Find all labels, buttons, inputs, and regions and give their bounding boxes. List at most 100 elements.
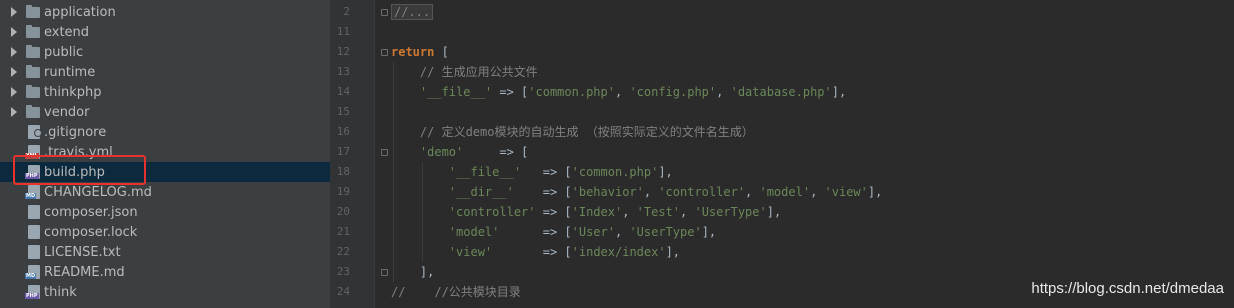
code-token: 'view' — [448, 245, 493, 259]
code-token: 'Index' — [571, 205, 623, 219]
code-line[interactable]: // 定义demo模块的自动生成 （按照实际定义的文件名生成） — [391, 122, 754, 142]
tree-item-composer-json[interactable]: composer.json — [0, 202, 330, 222]
tree-item-label: application — [44, 4, 116, 20]
line-number: 2 — [343, 5, 350, 18]
code-line[interactable]: return [ — [391, 42, 449, 62]
code-token: ], — [831, 85, 847, 99]
line-number: 14 — [336, 85, 350, 98]
code-token: , — [622, 205, 637, 219]
code-line[interactable]: '__file__' => ['common.php', 'config.php… — [391, 82, 846, 102]
tree-item-think[interactable]: PHP think — [0, 282, 330, 302]
code-token: ], — [701, 225, 717, 239]
code-line[interactable]: '__file__' => ['common.php'], — [391, 162, 673, 182]
fold-marker-icon[interactable] — [381, 149, 388, 156]
expand-arrow-icon[interactable] — [11, 47, 17, 57]
tree-item-label: LICENSE.txt — [44, 244, 121, 260]
code-token: => [ — [513, 185, 572, 199]
tree-item-label: public — [44, 44, 84, 60]
code-token: , — [680, 205, 695, 219]
tree-item-label: thinkphp — [44, 84, 102, 100]
tree-item-public[interactable]: public — [0, 42, 330, 62]
line-number: 20 — [336, 205, 350, 218]
tree-item-label: composer.lock — [44, 224, 138, 240]
code-token: => [ — [492, 85, 529, 99]
code-token: return — [391, 45, 435, 59]
php-file-icon: PHP — [25, 285, 40, 299]
code-token: 'config.php' — [629, 85, 717, 99]
expand-arrow-icon[interactable] — [11, 87, 17, 97]
project-tree: application extend public runtime thinkphp ve… — [0, 0, 330, 308]
fold-marker-icon[interactable] — [381, 269, 388, 276]
folder-icon — [26, 24, 40, 38]
tree-item-runtime[interactable]: runtime — [0, 62, 330, 82]
code-token: 'database.php' — [730, 85, 832, 99]
code-token: , — [810, 185, 825, 199]
line-number: 24 — [336, 285, 350, 298]
code-token: 'view' — [824, 185, 868, 199]
code-token: ], — [766, 205, 782, 219]
tree-item-label: vendor — [44, 104, 90, 120]
code-token: 'controller' — [658, 185, 746, 199]
code-token: , — [745, 185, 760, 199]
code-line[interactable]: 'demo' => [ — [391, 142, 528, 162]
code-token: => [ — [499, 225, 572, 239]
tree-item-label: .gitignore — [44, 124, 107, 140]
code-token: 'UserType' — [629, 225, 702, 239]
code-line[interactable]: 'model' => ['User', 'UserType'], — [391, 222, 716, 242]
tree-item-application[interactable]: application — [0, 2, 330, 22]
code-token: ], — [658, 165, 673, 179]
expand-arrow-icon[interactable] — [11, 67, 17, 77]
code-token: // 定义demo模块的自动生成 （按照实际定义的文件名生成） — [391, 125, 754, 139]
fold-marker-icon[interactable] — [381, 49, 388, 56]
tree-item-license-txt[interactable]: LICENSE.txt — [0, 242, 330, 262]
line-number: 21 — [336, 225, 350, 238]
folder-icon — [26, 4, 40, 18]
code-token: 'model' — [448, 225, 500, 239]
code-token: 'Test' — [636, 205, 681, 219]
tree-item-changelog-md[interactable]: MD CHANGELOG.md — [0, 182, 330, 202]
code-token: 'controller' — [448, 205, 536, 219]
expand-arrow-icon[interactable] — [11, 107, 17, 117]
code-line[interactable]: 'view' => ['index/index'], — [391, 242, 680, 262]
code-token: , — [716, 85, 731, 99]
expand-arrow-icon[interactable] — [11, 27, 17, 37]
tree-item-readme-md[interactable]: MD README.md — [0, 262, 330, 282]
code-token: => [ — [535, 205, 572, 219]
folder-icon — [26, 64, 40, 78]
fold-marker-icon[interactable] — [381, 9, 388, 16]
tree-item-label: CHANGELOG.md — [44, 184, 152, 200]
code-line[interactable]: '__dir__' => ['behavior', 'controller', … — [391, 182, 883, 202]
code-token: ], — [867, 185, 883, 199]
line-number: 11 — [336, 25, 350, 38]
code-token: ], — [665, 245, 681, 259]
code-token: ], — [391, 265, 435, 279]
code-token: 'common.php' — [571, 165, 659, 179]
tree-item-composer-lock[interactable]: composer.lock — [0, 222, 330, 242]
tree-item-label: README.md — [44, 264, 125, 280]
code-token: '__file__' — [419, 85, 493, 99]
code-line[interactable]: ], — [391, 262, 434, 282]
line-number: 23 — [336, 265, 350, 278]
code-line[interactable]: // 生成应用公共文件 — [391, 62, 538, 82]
code-token: 'UserType' — [694, 205, 767, 219]
md-file-icon: MD — [25, 185, 40, 199]
tree-item-extend[interactable]: extend — [0, 22, 330, 42]
code-line[interactable]: //... — [391, 2, 434, 22]
tree-item-vendor[interactable]: vendor — [0, 102, 330, 122]
tree-item-thinkphp[interactable]: thinkphp — [0, 82, 330, 102]
code-token: 'User' — [571, 225, 615, 239]
code-token: , — [614, 85, 630, 99]
expand-arrow-icon[interactable] — [11, 7, 17, 17]
code-token: 'index/index' — [571, 245, 666, 259]
line-number: 22 — [336, 245, 350, 258]
code-line[interactable]: 'controller' => ['Index', 'Test', 'UserT… — [391, 202, 781, 222]
tree-item-gitignore[interactable]: .gitignore — [0, 122, 330, 142]
line-number: 18 — [336, 165, 350, 178]
md-file-icon: MD — [25, 265, 40, 279]
lock-file-icon — [28, 225, 40, 239]
code-line[interactable]: // //公共模块目录 — [391, 282, 521, 302]
code-token: 'demo' — [419, 145, 464, 159]
line-number: 16 — [336, 125, 350, 138]
